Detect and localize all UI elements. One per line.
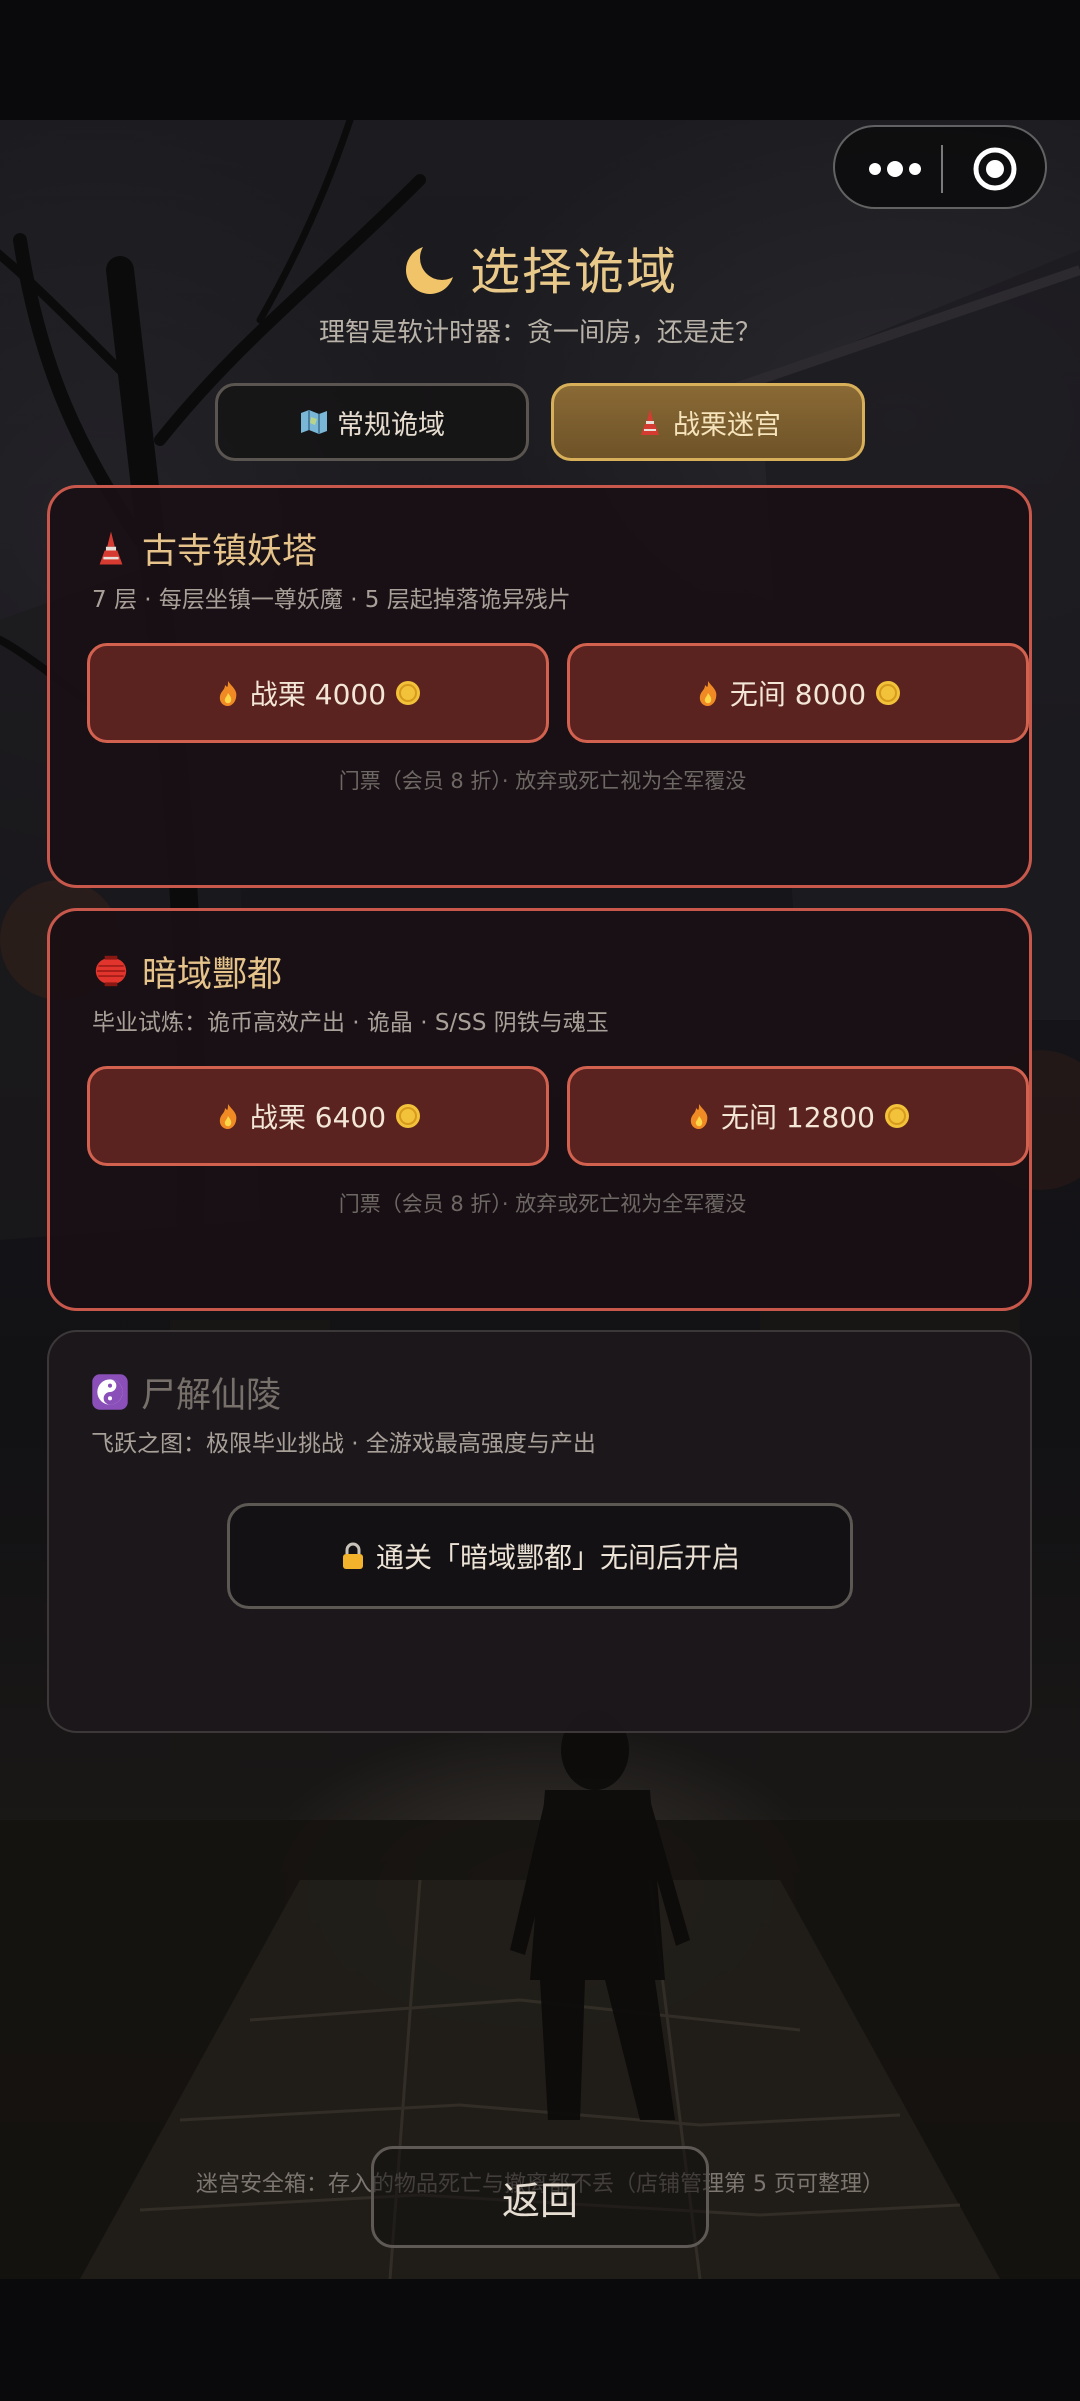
page-subtitle: 理智是软计时器：贪一间房，还是走？ xyxy=(318,318,761,348)
fire-icon xyxy=(219,1104,237,1129)
endless-entry-label: 无间 8000 xyxy=(729,678,867,711)
page-title: 选择诡域 xyxy=(470,243,678,301)
endless-entry-label: 无间 12800 xyxy=(721,1101,875,1134)
fire-icon xyxy=(219,681,237,706)
capsule-divider xyxy=(941,145,943,193)
dungeon-card-locked: 尸解仙陵 飞跃之图：极限毕业挑战 · 全游戏最高强度与产出 通关「暗域酆都」无间… xyxy=(47,1330,1032,1733)
card-title-row: 尸解仙陵 xyxy=(91,1368,281,1416)
dungeon-title: 尸解仙陵 xyxy=(141,1375,282,1416)
title-row: 选择诡域 xyxy=(0,232,1080,304)
coin-icon xyxy=(876,681,901,705)
endless-entry-button[interactable]: 无间 8000 xyxy=(567,643,1029,743)
thrill-entry-label: 战栗 6400 xyxy=(249,1101,387,1134)
ticket-note: 门票（会员 8 折）· 放弃或死亡视为全军覆没 xyxy=(338,1192,747,1216)
dungeon-title: 暗域酆都 xyxy=(142,954,283,995)
lock-icon xyxy=(342,1542,363,1569)
tower-icon xyxy=(99,531,123,565)
miniprogram-capsule xyxy=(833,125,1047,209)
card-title-row: 暗域酆都 xyxy=(92,947,282,995)
status-bar-area xyxy=(0,0,1080,120)
coin-icon xyxy=(396,1104,421,1128)
tab-maze-label: 战栗迷宫 xyxy=(673,409,781,441)
dungeon-description: 飞跃之图：极限毕业挑战 · 全游戏最高强度与产出 xyxy=(91,1431,596,1457)
dungeon-card: 暗域酆都 毕业试炼：诡币高效产出 · 诡晶 · S/SS 阴铁与魂玉 战栗 64… xyxy=(47,908,1032,1311)
tab-thrill-maze[interactable]: 战栗迷宫 xyxy=(551,383,865,461)
thrill-entry-label: 战栗 4000 xyxy=(249,678,387,711)
locked-entry-button[interactable]: 通关「暗域酆都」无间后开启 xyxy=(227,1503,853,1609)
close-miniprogram-icon[interactable] xyxy=(971,145,1019,193)
more-icon[interactable] xyxy=(865,151,925,187)
tab-normal-label: 常规诡域 xyxy=(337,409,445,441)
dungeon-title: 古寺镇妖塔 xyxy=(142,531,318,572)
endless-entry-button[interactable]: 无间 12800 xyxy=(567,1066,1029,1166)
fire-icon xyxy=(699,681,717,706)
dungeon-card: 古寺镇妖塔 7 层 · 每层坐镇一尊妖魔 · 5 层起掉落诡异残片 战栗 400… xyxy=(47,485,1032,888)
locked-entry-label: 通关「暗域酆都」无间后开启 xyxy=(375,1541,740,1574)
crescent-moon-icon xyxy=(406,246,454,294)
thrill-entry-button[interactable]: 战栗 6400 xyxy=(87,1066,549,1166)
tab-normal-realm[interactable]: 常规诡域 xyxy=(215,383,529,461)
yin-yang-icon xyxy=(92,1374,128,1410)
dungeon-description: 7 层 · 每层坐镇一尊妖魔 · 5 层起掉落诡异残片 xyxy=(92,587,571,613)
dungeon-description: 毕业试炼：诡币高效产出 · 诡晶 · S/SS 阴铁与魂玉 xyxy=(92,1010,609,1036)
tower-icon xyxy=(641,409,659,435)
fire-icon xyxy=(690,1104,708,1129)
coin-icon xyxy=(884,1104,909,1128)
card-title-row: 古寺镇妖塔 xyxy=(92,524,317,572)
coin-icon xyxy=(396,681,421,705)
map-icon xyxy=(301,410,327,434)
thrill-entry-button[interactable]: 战栗 4000 xyxy=(87,643,549,743)
red-lantern-icon xyxy=(95,955,127,987)
back-button[interactable]: 返回 xyxy=(371,2146,709,2248)
ticket-note: 门票（会员 8 折）· 放弃或死亡视为全军覆没 xyxy=(338,769,747,793)
navigation-bar-area xyxy=(0,2279,1080,2401)
